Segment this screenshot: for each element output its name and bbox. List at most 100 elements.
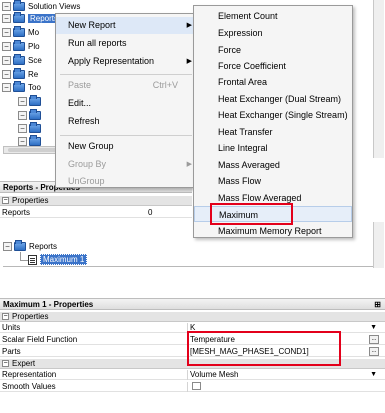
tree-connector xyxy=(20,252,21,260)
expand-toggle[interactable]: − xyxy=(2,83,11,92)
category-properties[interactable]: − Properties xyxy=(0,312,385,322)
folder-icon xyxy=(13,81,25,92)
menu-item-paste[interactable]: Paste Ctrl+V xyxy=(56,77,196,94)
tree-subfolder[interactable]: − xyxy=(18,95,44,108)
menu-item-ungroup[interactable]: UnGroup xyxy=(56,173,196,190)
tree-node-plots[interactable]: − Plo xyxy=(2,40,40,53)
submenu-item-element-count[interactable]: Element Count xyxy=(194,8,352,24)
menu-item-label: Apply Representation xyxy=(68,56,155,66)
annotation-highlight-box xyxy=(187,331,341,366)
column-divider xyxy=(187,382,188,392)
panel-title-text: Maximum 1 - Properties xyxy=(3,300,94,309)
submenu-item-maximum-memory-report[interactable]: Maximum Memory Report xyxy=(194,223,352,239)
tree-node-label: Reports xyxy=(29,242,58,251)
menu-separator xyxy=(60,135,192,136)
tree-vertical-scrollbar[interactable] xyxy=(373,0,384,158)
property-row-representation[interactable]: Representation Volume Mesh ▼ xyxy=(0,370,385,380)
expand-toggle[interactable]: − xyxy=(18,137,27,146)
dropdown-arrow-icon[interactable]: ▼ xyxy=(370,370,377,380)
tree-node-tools[interactable]: − Too xyxy=(2,81,41,94)
submenu-item-heat-exchanger-dual[interactable]: Heat Exchanger (Dual Stream) xyxy=(194,91,352,107)
tree-node-maximum-1[interactable]: Maximum 1 xyxy=(28,253,88,266)
tree-node-reports[interactable]: − Reports xyxy=(3,240,57,253)
folder-icon xyxy=(13,12,25,23)
expand-toggle[interactable]: − xyxy=(18,124,27,133)
menu-separator xyxy=(60,74,192,75)
property-name: Units xyxy=(2,323,21,332)
expand-toggle[interactable]: − xyxy=(2,70,11,79)
expand-toggle[interactable]: − xyxy=(2,42,11,51)
collapse-toggle[interactable]: − xyxy=(2,197,9,204)
panel-title-maximum-properties: Maximum 1 - Properties ⊞ xyxy=(0,298,385,310)
tree-node-models[interactable]: − Mo xyxy=(2,26,39,39)
submenu-item-force-coefficient[interactable]: Force Coefficient xyxy=(194,58,352,74)
menu-item-refresh[interactable]: Refresh xyxy=(56,113,196,130)
pin-icon[interactable]: ⊞ xyxy=(374,299,381,311)
tree-node-scenes[interactable]: − Sce xyxy=(2,54,42,67)
tree-node-label: Plo xyxy=(28,42,40,51)
expand-toggle[interactable]: − xyxy=(2,56,11,65)
category-properties[interactable]: − Properties xyxy=(0,196,192,206)
folder-icon xyxy=(29,135,41,146)
submenu-item-heat-exchanger-single[interactable]: Heat Exchanger (Single Stream) xyxy=(194,107,352,123)
menu-item-label: Edit... xyxy=(68,98,92,108)
menu-item-label: New Group xyxy=(68,141,114,151)
property-row-smooth-values[interactable]: Smooth Values xyxy=(0,382,385,392)
menu-item-label: UnGroup xyxy=(68,176,105,186)
submenu-item-mass-averaged[interactable]: Mass Averaged xyxy=(194,157,352,173)
submenu-item-force[interactable]: Force xyxy=(194,42,352,58)
folder-icon xyxy=(29,109,41,120)
ellipsis-button[interactable]: ... xyxy=(369,335,379,344)
column-divider xyxy=(187,370,188,380)
annotation-highlight-box xyxy=(210,203,293,225)
tree-subfolder[interactable]: − xyxy=(18,109,44,122)
category-label: Properties xyxy=(12,311,49,321)
expand-toggle[interactable]: − xyxy=(3,242,12,251)
tree-node-representations[interactable]: − Re xyxy=(2,68,38,81)
menu-item-group-by[interactable]: Group By ▶ xyxy=(56,156,196,173)
expand-toggle[interactable]: − xyxy=(18,97,27,106)
category-label: Expert xyxy=(12,358,36,368)
menu-item-new-group[interactable]: New Group xyxy=(56,138,196,155)
folder-icon xyxy=(13,26,25,37)
folder-icon xyxy=(29,122,41,133)
tree-vertical-scrollbar[interactable] xyxy=(373,222,384,268)
menu-item-run-all-reports[interactable]: Run all reports xyxy=(56,35,196,52)
menu-shortcut: Ctrl+V xyxy=(152,80,178,90)
folder-icon xyxy=(29,95,41,106)
submenu-item-heat-transfer[interactable]: Heat Transfer xyxy=(194,124,352,140)
menu-item-edit[interactable]: Edit... xyxy=(56,95,196,112)
folder-icon xyxy=(13,0,25,11)
submenu-item-line-integral[interactable]: Line Integral xyxy=(194,140,352,156)
expand-toggle[interactable]: − xyxy=(18,111,27,120)
smooth-values-checkbox[interactable] xyxy=(192,382,201,390)
tree-node-label: Too xyxy=(28,83,41,92)
menu-item-apply-representation[interactable]: Apply Representation ▶ xyxy=(56,53,196,70)
menu-item-label: Run all reports xyxy=(68,38,127,48)
submenu-item-expression[interactable]: Expression xyxy=(194,25,352,41)
ellipsis-button[interactable]: ... xyxy=(369,347,379,356)
properties-empty-area xyxy=(0,394,385,413)
property-name: Parts xyxy=(2,347,21,356)
folder-icon xyxy=(14,240,26,251)
menu-item-label: Refresh xyxy=(68,116,100,126)
collapse-toggle[interactable]: − xyxy=(2,313,9,320)
folder-icon xyxy=(13,68,25,79)
menu-item-new-report[interactable]: New Report ▶ xyxy=(56,17,196,34)
submenu-item-frontal-area[interactable]: Frontal Area xyxy=(194,74,352,90)
expand-toggle[interactable]: − xyxy=(2,28,11,37)
tree-connector xyxy=(20,260,28,261)
submenu-item-mass-flow[interactable]: Mass Flow xyxy=(194,173,352,189)
menu-item-label: Group By xyxy=(68,159,107,169)
tree-node-reports[interactable]: − Reports xyxy=(2,12,61,25)
submenu-arrow-icon: ▶ xyxy=(186,22,192,29)
category-label: Properties xyxy=(12,195,49,205)
dropdown-arrow-icon[interactable]: ▼ xyxy=(370,323,377,333)
tree-subfolder[interactable]: − xyxy=(18,122,44,135)
property-row-reports[interactable]: Reports 0 xyxy=(0,208,192,218)
menu-item-label: New Report xyxy=(68,20,116,30)
expand-toggle[interactable]: − xyxy=(2,2,11,11)
report-document-icon xyxy=(28,254,37,265)
collapse-toggle[interactable]: − xyxy=(2,360,9,367)
expand-toggle[interactable]: − xyxy=(2,14,11,23)
